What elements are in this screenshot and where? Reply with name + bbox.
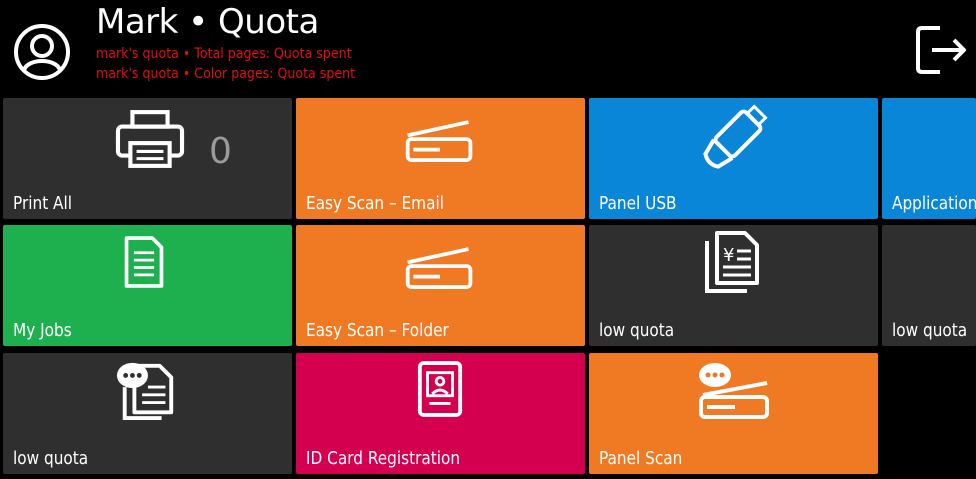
yen-document-icon: ¥ xyxy=(705,231,759,293)
tile-print-all[interactable]: 0 Print All xyxy=(3,98,292,219)
scanner-dots-icon xyxy=(699,363,769,419)
tile-easy-scan-email[interactable]: Easy Scan – Email xyxy=(296,98,585,219)
tile-label: Easy Scan – Folder xyxy=(306,320,449,341)
tile-label: My Jobs xyxy=(13,320,72,341)
document-icon xyxy=(124,236,164,288)
tile-label: Easy Scan – Email xyxy=(306,193,444,214)
user-circle-icon[interactable] xyxy=(10,20,74,84)
tile-low-quota-2[interactable]: low quota xyxy=(882,225,976,346)
scanner-icon xyxy=(405,120,473,162)
document-dots-icon xyxy=(116,362,174,421)
tile-label: Applications xyxy=(892,193,976,214)
tile-easy-scan-folder[interactable]: Easy Scan – Folder xyxy=(296,225,585,346)
id-card-icon xyxy=(417,361,463,417)
tile-panel-usb[interactable]: Panel USB xyxy=(589,98,878,219)
tile-applications[interactable]: Applications xyxy=(882,98,976,219)
print-job-count: 0 xyxy=(209,131,232,172)
logout-icon[interactable] xyxy=(910,20,970,80)
tile-low-quota-1[interactable]: ¥ low quota xyxy=(589,225,878,346)
tile-label: Print All xyxy=(13,193,73,214)
tile-label: Panel Scan xyxy=(599,448,683,469)
tile-id-card-registration[interactable]: ID Card Registration xyxy=(296,353,585,474)
tile-label: ID Card Registration xyxy=(306,448,461,469)
tile-my-jobs[interactable]: My Jobs xyxy=(3,225,292,346)
quota-total-pages: mark's quota • Total pages: Quota spent xyxy=(96,46,352,62)
page-title: Mark • Quota xyxy=(96,2,319,42)
printer-icon xyxy=(115,110,185,168)
tile-label: low quota xyxy=(13,448,89,469)
tile-label: low quota xyxy=(599,320,675,341)
header-bar: Mark • Quota mark's quota • Total pages:… xyxy=(0,0,976,96)
usb-drive-icon xyxy=(703,104,768,169)
scanner-icon xyxy=(405,247,473,289)
tile-label: low quota xyxy=(892,320,968,341)
tile-label: Panel USB xyxy=(599,193,677,214)
tile-low-quota-3[interactable]: low quota xyxy=(3,353,292,474)
svg-text:¥: ¥ xyxy=(723,245,734,266)
tile-panel-scan[interactable]: Panel Scan xyxy=(589,353,878,474)
quota-color-pages: mark's quota • Color pages: Quota spent xyxy=(96,66,356,82)
